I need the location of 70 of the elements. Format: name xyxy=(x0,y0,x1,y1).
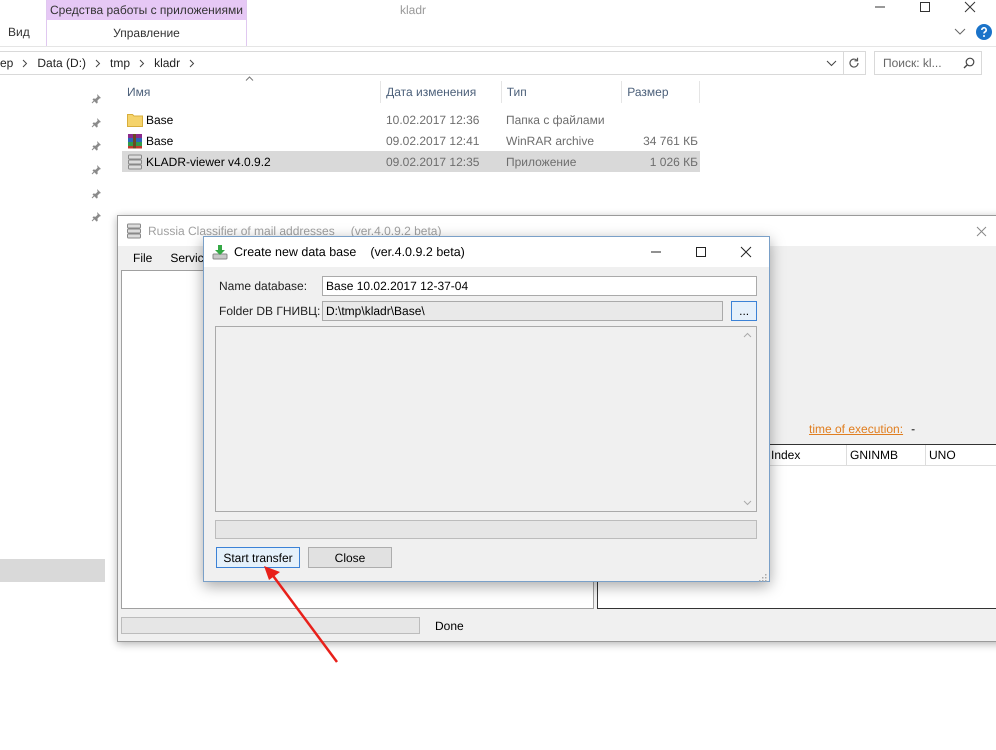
file-size: 34 761 КБ xyxy=(642,134,698,148)
download-drive-icon xyxy=(212,244,228,260)
help-icon[interactable] xyxy=(976,24,992,40)
sort-caret-icon xyxy=(245,76,254,81)
file-date: 10.02.2017 12:36 xyxy=(385,112,480,126)
file-row[interactable]: KLADR-viewer v4.0.9.2 09.02.2017 12:35 Приложение 1 026 КБ xyxy=(122,151,700,172)
contextual-tab-group: Средства работы с приложениями xyxy=(47,0,246,20)
file-row[interactable]: Base 09.02.2017 12:41 WinRAR archive 34 761 КБ xyxy=(122,130,700,151)
version-label: (ver.4.0.9.2 beta) xyxy=(350,224,442,238)
pin-icon xyxy=(91,164,102,176)
file-type: WinRAR archive xyxy=(505,134,596,148)
status-text: Done xyxy=(435,618,464,632)
breadcrumb-item[interactable]: kladr xyxy=(154,56,180,70)
column-header[interactable]: Тип xyxy=(502,81,622,103)
refresh-icon xyxy=(848,57,860,69)
pin-icon xyxy=(91,140,102,152)
column-header[interactable]: UNO xyxy=(926,445,996,465)
search-box[interactable]: Поиск: kl... xyxy=(874,51,982,75)
file-date: 09.02.2017 12:35 xyxy=(385,154,480,168)
menu-item[interactable]: Servic xyxy=(170,251,204,265)
close-icon[interactable] xyxy=(740,246,752,258)
file-date: 09.02.2017 12:41 xyxy=(385,134,480,148)
window-title: kladr xyxy=(399,2,426,19)
folder-icon xyxy=(127,112,143,126)
file-name: Base xyxy=(146,112,174,126)
menu-item[interactable]: File xyxy=(133,251,152,265)
resize-grip-icon[interactable] xyxy=(759,574,767,582)
chevron-right-icon xyxy=(139,58,146,68)
address-bar[interactable]: ep Data (D:) tmp kladr xyxy=(0,51,844,75)
pin-icon xyxy=(91,93,102,104)
breadcrumb-item[interactable]: ep xyxy=(0,56,14,70)
dialog-button[interactable]: Close xyxy=(308,547,392,568)
pin-icon xyxy=(91,116,102,128)
dialog-title: Create new data base xyxy=(234,245,356,259)
pin-icon xyxy=(91,188,102,199)
window-title: Russia Classifier of mail addresses xyxy=(148,224,335,238)
file-name: Base xyxy=(146,134,174,148)
chevron-right-icon xyxy=(189,58,196,68)
chevron-up-icon[interactable] xyxy=(743,332,752,338)
chevron-down-icon[interactable] xyxy=(826,60,837,66)
input-field[interactable]: Base 10.02.2017 12-37-04 xyxy=(322,276,757,296)
breadcrumb-item[interactable]: tmp xyxy=(110,56,130,70)
database-icon xyxy=(126,223,142,239)
refresh-button[interactable] xyxy=(842,51,866,75)
breadcrumb-item[interactable]: Data (D:) xyxy=(37,56,86,70)
database-icon xyxy=(127,154,143,170)
column-header[interactable]: GNINMB xyxy=(847,445,926,465)
dialog-button[interactable]: Start transfer xyxy=(216,547,300,568)
maximize-icon[interactable] xyxy=(919,1,931,13)
version-label: (ver.4.0.9.2 beta) xyxy=(370,245,465,259)
file-row[interactable]: Base 10.02.2017 12:36 Папка с файлами xyxy=(122,109,700,130)
chevron-right-icon xyxy=(95,58,102,68)
search-icon xyxy=(963,57,975,69)
time-value: - xyxy=(911,422,916,436)
column-header[interactable]: Дата изменения xyxy=(381,81,502,103)
file-name: KLADR-viewer v4.0.9.2 xyxy=(146,154,271,168)
maximize-icon[interactable] xyxy=(695,246,707,258)
chevron-right-icon xyxy=(22,58,28,68)
file-type: Приложение xyxy=(505,154,578,168)
file-type: Папка с файлами xyxy=(505,112,606,126)
ribbon-tab[interactable]: Вид xyxy=(0,25,30,46)
close-icon[interactable] xyxy=(964,1,976,13)
archive-icon xyxy=(127,132,143,148)
file-size: 1 026 КБ xyxy=(648,154,698,168)
field-label: Name database: xyxy=(218,279,308,293)
chevron-down-icon[interactable] xyxy=(954,28,966,36)
pin-icon xyxy=(91,211,102,222)
column-header[interactable]: Размер xyxy=(622,81,700,103)
field-label: Folder DB ГНИВЦ: xyxy=(218,304,322,318)
column-header[interactable]: Имя xyxy=(122,81,382,103)
